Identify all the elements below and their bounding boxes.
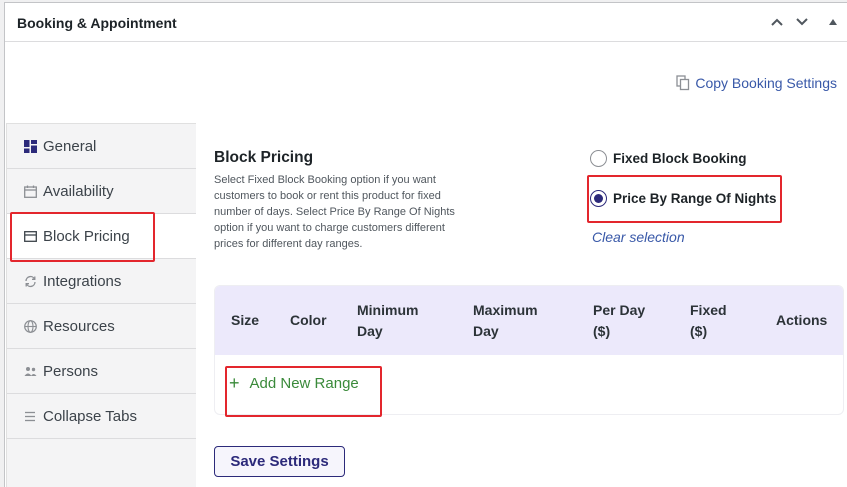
col-per-day: Per Day ($)	[593, 300, 645, 342]
tab-block-pricing[interactable]: Block Pricing	[7, 214, 196, 259]
people-icon	[23, 364, 37, 378]
menu-icon	[23, 409, 37, 423]
price-by-range-radio[interactable]	[590, 190, 607, 207]
section-description: Select Fixed Block Booking option if you…	[214, 174, 455, 250]
fixed-block-booking-option[interactable]: Fixed Block Booking	[590, 150, 747, 167]
col-maximum-day: Maximum Day	[473, 300, 538, 342]
range-table-header: Size Color Minimum Day Maximum Day Per D…	[215, 286, 843, 355]
tab-persons[interactable]: Persons	[7, 349, 196, 394]
tab-resources[interactable]: Resources	[7, 304, 196, 349]
fixed-block-label: Fixed Block Booking	[613, 151, 747, 166]
range-table: Size Color Minimum Day Maximum Day Per D…	[214, 285, 844, 415]
col-label-line: Fixed	[690, 302, 727, 318]
dashboard-icon	[23, 139, 37, 153]
chevron-up-icon	[771, 18, 783, 26]
card-icon	[23, 229, 37, 243]
sync-icon	[23, 274, 37, 288]
copy-icon	[676, 75, 690, 91]
chevron-down-icon	[796, 18, 808, 26]
tab-collapse-tabs[interactable]: Collapse Tabs	[7, 394, 196, 439]
price-by-range-option[interactable]: Price By Range Of Nights	[590, 190, 777, 207]
col-actions: Actions	[776, 312, 828, 328]
col-color: Color	[290, 312, 327, 328]
plus-icon: +	[229, 373, 240, 393]
col-label-line: Day	[473, 323, 499, 339]
price-by-range-label: Price By Range Of Nights	[613, 191, 777, 206]
tab-label: Resources	[43, 317, 115, 335]
settings-tabs: General Availability Block Pricing Integ…	[6, 123, 196, 487]
add-new-range-label: Add New Range	[249, 374, 359, 392]
clear-selection-link[interactable]: Clear selection	[592, 229, 685, 245]
fixed-block-radio[interactable]	[590, 150, 607, 167]
move-down-button[interactable]	[792, 12, 812, 32]
col-size: Size	[231, 312, 260, 328]
col-label-line: ($)	[690, 323, 708, 339]
panel-title: Booking & Appointment	[17, 15, 177, 31]
save-settings-button[interactable]: Save Settings	[214, 446, 345, 477]
col-fixed: Fixed ($)	[690, 300, 727, 342]
copy-booking-settings-label: Copy Booking Settings	[695, 75, 837, 91]
tab-label: Block Pricing	[43, 227, 130, 245]
tab-label: Availability	[43, 182, 114, 200]
section-title: Block Pricing	[214, 149, 314, 166]
col-minimum-day: Minimum Day	[357, 300, 418, 342]
tab-integrations[interactable]: Integrations	[7, 259, 196, 304]
toggle-panel-button[interactable]	[823, 12, 843, 32]
col-label-line: Per Day	[593, 302, 646, 318]
add-new-range-button[interactable]: + Add New Range	[229, 374, 359, 392]
tab-label: Integrations	[43, 272, 122, 290]
tab-label: Persons	[43, 362, 99, 380]
globe-icon	[23, 319, 37, 333]
tab-label: General	[43, 137, 97, 155]
tab-general[interactable]: General	[7, 124, 196, 169]
panel-header: Booking & Appointment	[5, 3, 847, 42]
copy-booking-settings-link[interactable]: Copy Booking Settings	[676, 75, 837, 91]
col-label-line: Maximum	[473, 302, 538, 318]
tab-label: Collapse Tabs	[43, 407, 137, 425]
triangle-up-icon	[829, 19, 837, 25]
col-label-line: Minimum	[357, 302, 419, 318]
col-label-line: ($)	[593, 323, 611, 339]
tab-availability[interactable]: Availability	[7, 169, 196, 214]
move-up-button[interactable]	[767, 12, 787, 32]
calendar-icon	[23, 184, 37, 198]
col-label-line: Day	[357, 323, 383, 339]
